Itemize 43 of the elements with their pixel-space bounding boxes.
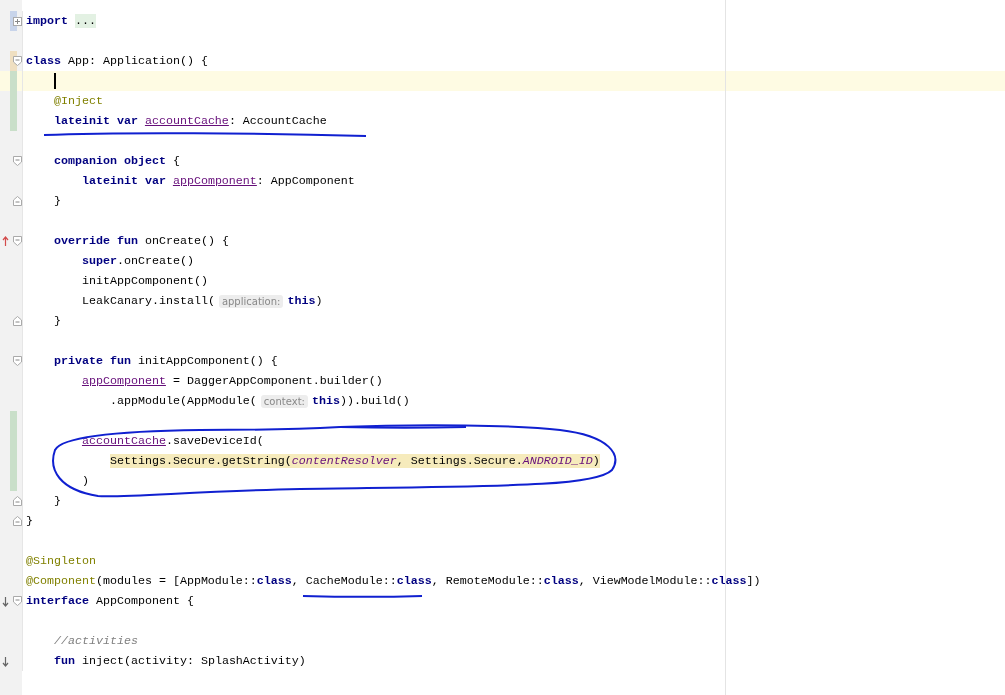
down-arrow-icon[interactable] [1,595,9,607]
fold-icon[interactable] [13,316,22,326]
code-line: fun inject(activity: SplashActivity) [0,651,1005,671]
expand-icon[interactable] [13,16,22,26]
code-line: @Singleton [0,551,1005,571]
code-line: accountCache.saveDeviceId( [0,431,1005,451]
fold-icon[interactable] [13,496,22,506]
fold-icon[interactable] [13,56,22,66]
code-line: @Inject [0,91,1005,111]
fold-icon[interactable] [13,156,22,166]
fold-icon[interactable] [13,236,22,246]
fold-icon[interactable] [13,596,22,606]
code-line: initAppComponent() [0,271,1005,291]
code-line: private fun initAppComponent() { [0,351,1005,371]
code-line: class App: Application() { [0,51,1005,71]
code-line: lateinit var appComponent: AppComponent [0,171,1005,191]
code-line: LeakCanary.install( application: this) [0,291,1005,311]
code-line: } [0,311,1005,331]
code-line: } [0,511,1005,531]
code-line: override fun onCreate() { [0,231,1005,251]
fold-icon[interactable] [13,196,22,206]
code-line: Settings.Secure.getString(contentResolver, Settings.Secure.ANDROID_ID) [0,451,1005,471]
code-line: .appModule(AppModule( context: this)).build() [0,391,1005,411]
fold-icon[interactable] [13,516,22,526]
code-line: appComponent = DaggerAppComponent.builder() [0,371,1005,391]
change-marker[interactable] [10,71,17,91]
change-marker[interactable] [10,411,17,431]
text-cursor [53,73,56,89]
fold-icon[interactable] [13,356,22,366]
change-marker[interactable] [10,111,17,131]
code-line: companion object { [0,151,1005,171]
code-line: } [0,491,1005,511]
code-line: interface AppComponent { [0,591,1005,611]
code-line: ) [0,471,1005,491]
code-line: import ... [0,11,1005,31]
up-arrow-icon[interactable] [1,235,9,247]
code-line: @Component(modules = [AppModule::class, CacheModule::class, RemoteModule::class, ViewModelModule::class]) [0,571,1005,591]
code-line: super.onCreate() [0,251,1005,271]
code-line: } [0,191,1005,211]
code-line: lateinit var accountCache: AccountCache [0,111,1005,131]
change-marker[interactable] [10,471,17,491]
code-line: //activities [0,631,1005,651]
down-arrow-icon[interactable] [1,655,9,667]
